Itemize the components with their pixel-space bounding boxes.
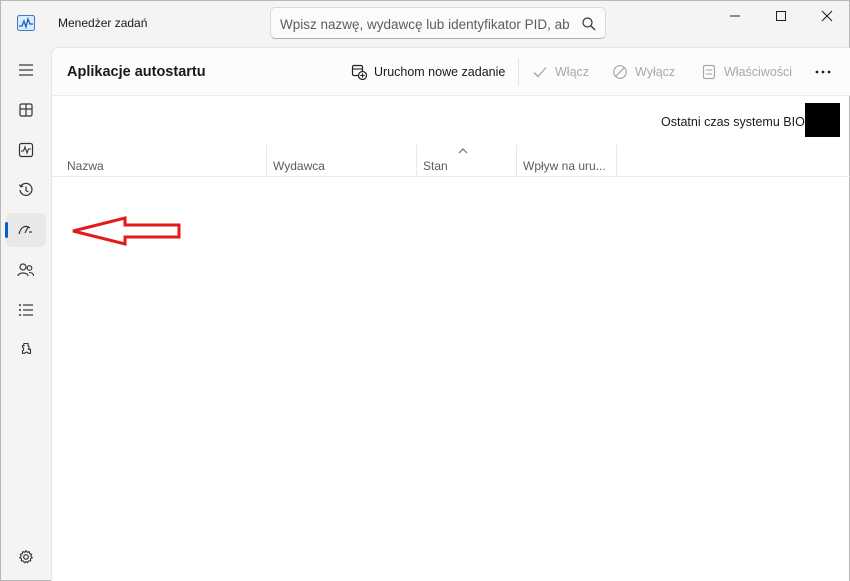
nav-item-users[interactable] xyxy=(6,253,46,287)
active-nav-indicator xyxy=(5,222,8,238)
disable-label: Wyłącz xyxy=(635,65,676,79)
enable-label: Włącz xyxy=(555,65,590,79)
checkmark-icon xyxy=(533,67,547,78)
command-separator xyxy=(518,58,519,86)
maximize-button[interactable] xyxy=(758,1,804,31)
command-bar: Aplikacje autostartu Uruchom nowe zadani… xyxy=(52,48,850,96)
more-options-icon xyxy=(815,70,831,74)
maximize-icon xyxy=(776,11,786,21)
task-manager-window: Menedżer zadań Wpisz nazwę, wydawcę lub … xyxy=(0,0,850,581)
nav-item-startup-apps[interactable] xyxy=(5,213,46,247)
nav-menu-toggle[interactable] xyxy=(6,53,46,87)
title-bar: Menedżer zadań xyxy=(1,1,849,47)
minimize-button[interactable] xyxy=(712,1,758,31)
search-box[interactable] xyxy=(270,7,606,39)
page-title: Aplikacje autostartu xyxy=(67,64,206,80)
run-new-task-button[interactable]: Uruchom nowe zadanie xyxy=(351,62,505,82)
nav-item-performance[interactable] xyxy=(6,133,46,167)
run-new-task-icon xyxy=(351,64,367,80)
performance-icon xyxy=(18,142,34,158)
details-icon xyxy=(19,304,33,316)
settings-icon xyxy=(19,549,33,564)
properties-button[interactable]: Właściwości xyxy=(701,62,792,82)
nav-item-services[interactable] xyxy=(6,333,46,367)
processes-icon xyxy=(19,103,33,117)
nav-item-settings[interactable] xyxy=(6,540,46,574)
close-icon xyxy=(821,10,833,22)
nav-item-app-history[interactable] xyxy=(6,173,46,207)
table-header: Nazwa Wydawca Stan Wpływ na uru... xyxy=(52,145,850,177)
disable-button[interactable]: Wyłącz xyxy=(612,62,675,82)
nav-item-processes[interactable] xyxy=(6,93,46,127)
enable-button[interactable]: Włącz xyxy=(532,62,589,82)
minimize-icon xyxy=(730,15,740,17)
column-header-publisher[interactable]: Wydawca xyxy=(267,145,416,176)
more-options-button[interactable] xyxy=(814,62,839,82)
bios-time-value-redacted xyxy=(805,103,840,137)
column-header-startup-impact[interactable]: Wpływ na uru... xyxy=(517,145,616,176)
sort-ascending-icon xyxy=(458,148,468,154)
app-title: Menedżer zadań xyxy=(58,16,148,30)
run-new-task-label: Uruchom nowe zadanie xyxy=(374,65,506,79)
search-input[interactable] xyxy=(280,14,570,34)
disable-icon xyxy=(613,65,627,79)
hamburger-icon xyxy=(19,64,33,76)
column-divider[interactable] xyxy=(616,145,617,176)
column-header-name[interactable]: Nazwa xyxy=(61,145,266,176)
properties-icon xyxy=(702,64,716,80)
properties-label: Właściwości xyxy=(724,65,793,79)
startup-apps-icon xyxy=(18,225,32,235)
annotation-arrow-icon xyxy=(72,216,181,246)
navigation-sidebar xyxy=(1,47,51,581)
nav-item-details[interactable] xyxy=(6,293,46,327)
search-icon[interactable] xyxy=(581,16,597,32)
close-button[interactable] xyxy=(804,1,850,31)
services-icon xyxy=(21,342,32,354)
app-history-icon xyxy=(18,182,33,196)
task-manager-app-icon xyxy=(17,15,35,31)
bios-time-label: Ostatni czas systemu BIOS: xyxy=(661,115,817,129)
users-icon xyxy=(17,263,35,277)
main-content: Aplikacje autostartu Uruchom nowe zadani… xyxy=(51,47,850,581)
